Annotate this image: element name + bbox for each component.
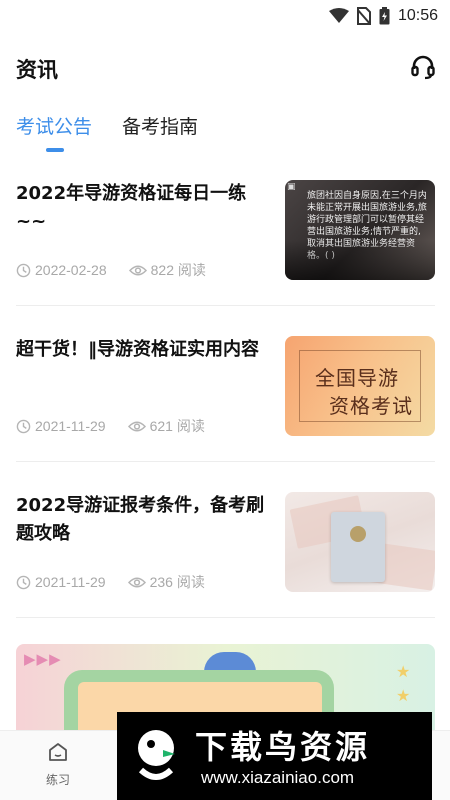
arrows-decoration: ▶▶▶ <box>24 650 62 668</box>
tv-antenna-decoration <box>204 652 256 672</box>
divider <box>16 617 435 618</box>
watermark-title: 下载鸟资源 <box>195 728 371 766</box>
article-views: 621 阅读 <box>149 418 205 434</box>
page-title: 资讯 <box>16 58 58 82</box>
article-meta: 2021-11-29 621 阅读 <box>16 416 205 436</box>
nav-item-practice[interactable]: 练习 <box>36 741 80 797</box>
article-title: 超干货！‖导游资格证实用内容 <box>16 339 259 360</box>
tab-bar: 考试公告 备考指南 <box>16 112 198 156</box>
article-thumbnail: ▣ 旅团社因自身原因,在三个月内未能正常开展出国旅游业务,旅游行政管理部门可以暂… <box>285 180 435 280</box>
article-date: 2022-02-28 <box>35 262 107 278</box>
home-icon <box>49 743 67 761</box>
clock-icon <box>16 575 31 589</box>
article-views: 236 阅读 <box>149 574 205 590</box>
article-thumbnail <box>285 492 435 592</box>
status-bar: 10:56 <box>0 0 450 32</box>
article-meta: 2021-11-29 236 阅读 <box>16 572 205 592</box>
article-date: 2021-11-29 <box>35 418 106 434</box>
bird-logo-icon <box>138 730 175 780</box>
passport-image <box>331 512 385 582</box>
article-item[interactable]: 2022导游证报考条件，备考刷题攻略 2021-11-29 236 阅读 <box>16 492 435 594</box>
watermark-url: www.xiazainiao.com <box>201 768 355 787</box>
app-header: 资讯 <box>0 48 450 88</box>
article-title: 2022年导游资格证每日一练~~ <box>16 183 247 232</box>
eye-icon <box>128 265 147 275</box>
article-item[interactable]: 2022年导游资格证每日一练~~ 2022-02-28 822 阅读 ▣ 旅团社… <box>16 180 435 282</box>
eye-icon <box>127 421 146 431</box>
nav-item-practice-label: 练习 <box>45 773 70 787</box>
article-title: 2022导游证报考条件，备考刷题攻略 <box>16 495 265 544</box>
divider <box>16 305 435 306</box>
tab-active-indicator <box>46 148 64 152</box>
tab-exam-guide[interactable]: 备考指南 <box>122 112 198 148</box>
thumbnail-text-line: 资格考试 <box>329 394 413 418</box>
tab-exam-notice[interactable]: 考试公告 <box>16 112 93 152</box>
clock-icon <box>16 419 31 433</box>
article-thumbnail: 全国导游 资格考试 <box>285 336 435 436</box>
article-meta: 2022-02-28 822 阅读 <box>16 260 206 280</box>
article-views: 822 阅读 <box>150 262 206 278</box>
headset-icon[interactable] <box>410 54 436 80</box>
divider <box>16 461 435 462</box>
star-icon: ★ <box>396 662 411 681</box>
wifi-icon <box>328 8 349 23</box>
eye-icon <box>127 577 146 587</box>
article-item[interactable]: 超干货！‖导游资格证实用内容 2021-11-29 621 阅读 全国导游 资格… <box>16 336 435 438</box>
tab-exam-guide-label: 备考指南 <box>122 116 199 138</box>
clock-icon <box>16 263 31 277</box>
article-date: 2021-11-29 <box>35 574 106 590</box>
status-time: 10:56 <box>397 7 438 24</box>
watermark-overlay: 下载鸟资源 www.xiazainiao.com <box>117 712 432 800</box>
star-icon: ★ <box>396 686 411 705</box>
tab-exam-notice-label: 考试公告 <box>16 116 93 138</box>
no-sim-icon <box>356 7 371 25</box>
thumbnail-text-line: 全国导游 <box>315 366 399 390</box>
battery-icon <box>379 7 390 25</box>
